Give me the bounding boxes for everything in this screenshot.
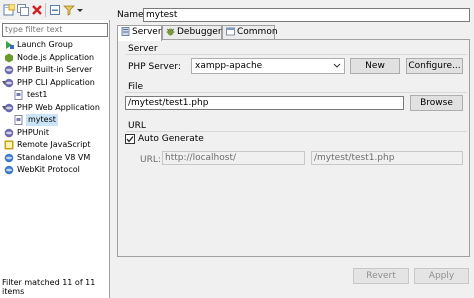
name-field[interactable]: mytest <box>143 8 470 22</box>
tree-item-label: WebKit Protocol <box>17 165 80 174</box>
auto-generate-label: Auto Generate <box>138 134 204 144</box>
chevron-down-icon <box>333 59 341 78</box>
php-server-label: PHP Server: <box>128 62 181 72</box>
tab-common-label: Common <box>237 27 278 37</box>
tree-item-label: Remote JavaScript <box>17 140 91 149</box>
tab-common[interactable]: Common <box>222 25 278 40</box>
url-group-divider <box>126 131 467 132</box>
apply-button[interactable]: Apply <box>414 268 469 284</box>
tree-item-label: test1 <box>27 90 48 99</box>
configure-server-button[interactable]: Configure... <box>406 58 463 74</box>
tree-item-label: PHP Built-in Server <box>17 65 93 74</box>
tab-debugger[interactable]: Debugger <box>162 25 222 40</box>
url-group-title: URL <box>128 121 146 131</box>
browse-button[interactable]: Browse <box>410 95 463 111</box>
new-server-button[interactable]: New <box>350 58 400 74</box>
duplicate-config-icon[interactable] <box>17 4 29 16</box>
url-label: URL: <box>140 155 161 165</box>
php-server-icon <box>4 65 14 75</box>
php-file-icon <box>14 115 24 125</box>
launch-config-list-panel: type filter text Launch Group Node.js App… <box>0 0 110 298</box>
filter-input[interactable]: type filter text <box>2 23 108 37</box>
launch-config-editor: Name: mytest Server Debugger Common Serv… <box>114 0 474 298</box>
tree-item-label: Node.js Application <box>17 52 95 62</box>
new-config-icon[interactable] <box>3 3 16 16</box>
launch-group-icon <box>4 40 14 50</box>
filter-menu-chevron-down-icon[interactable] <box>76 4 84 16</box>
tree-item-label: mytest <box>26 114 58 126</box>
tree-item-label: PHP Web Application <box>17 102 100 112</box>
server-group-divider <box>126 54 467 55</box>
toolbar-separator <box>45 3 46 17</box>
filter-status-text: Filter matched 11 of 11 items <box>2 278 96 296</box>
tab-debugger-label: Debugger <box>177 27 222 37</box>
collapse-all-icon[interactable] <box>49 4 61 16</box>
launch-config-toolbar <box>0 0 110 20</box>
delete-config-icon[interactable] <box>31 4 43 16</box>
server-group-title: Server <box>128 44 158 54</box>
debugger-icon <box>166 27 175 36</box>
tree-item-label: PHPUnit <box>17 127 49 137</box>
file-group: File /mytest/test1.php Browse <box>122 80 467 116</box>
tree-item-label: Launch Group <box>17 40 73 49</box>
php-web-icon <box>4 103 14 113</box>
tree-item-label: PHP CLI Application <box>17 77 95 87</box>
file-group-divider <box>126 92 467 93</box>
tab-server[interactable]: Server <box>117 25 162 41</box>
filter-config-icon[interactable] <box>63 4 75 16</box>
checkmark-icon <box>126 136 134 143</box>
url-path-field[interactable]: /mytest/test1.php <box>311 151 463 165</box>
server-icon <box>121 27 130 36</box>
tab-server-label: Server <box>132 27 162 37</box>
phpunit-icon <box>4 128 14 138</box>
webkit-icon <box>4 165 14 175</box>
v8-icon <box>4 153 14 163</box>
file-group-title: File <box>128 82 144 92</box>
php-cli-icon <box>4 78 14 88</box>
common-icon <box>226 27 235 36</box>
url-group: URL Auto Generate URL: http://localhost/… <box>122 119 467 171</box>
auto-generate-checkbox[interactable] <box>125 134 135 144</box>
php-server-value: xampp-apache <box>195 61 263 71</box>
php-server-select[interactable]: xampp-apache <box>191 58 345 74</box>
file-path-field[interactable]: /mytest/test1.php <box>125 96 404 110</box>
tree-item-label: Standalone V8 VM <box>17 152 91 162</box>
php-file-icon <box>14 90 24 100</box>
revert-button[interactable]: Revert <box>353 268 409 284</box>
nodejs-icon <box>4 53 14 63</box>
remote-js-icon <box>4 140 14 150</box>
server-tab-content: Server PHP Server: xampp-apache New Conf… <box>117 39 470 257</box>
url-base-field[interactable]: http://localhost/ <box>162 151 305 165</box>
